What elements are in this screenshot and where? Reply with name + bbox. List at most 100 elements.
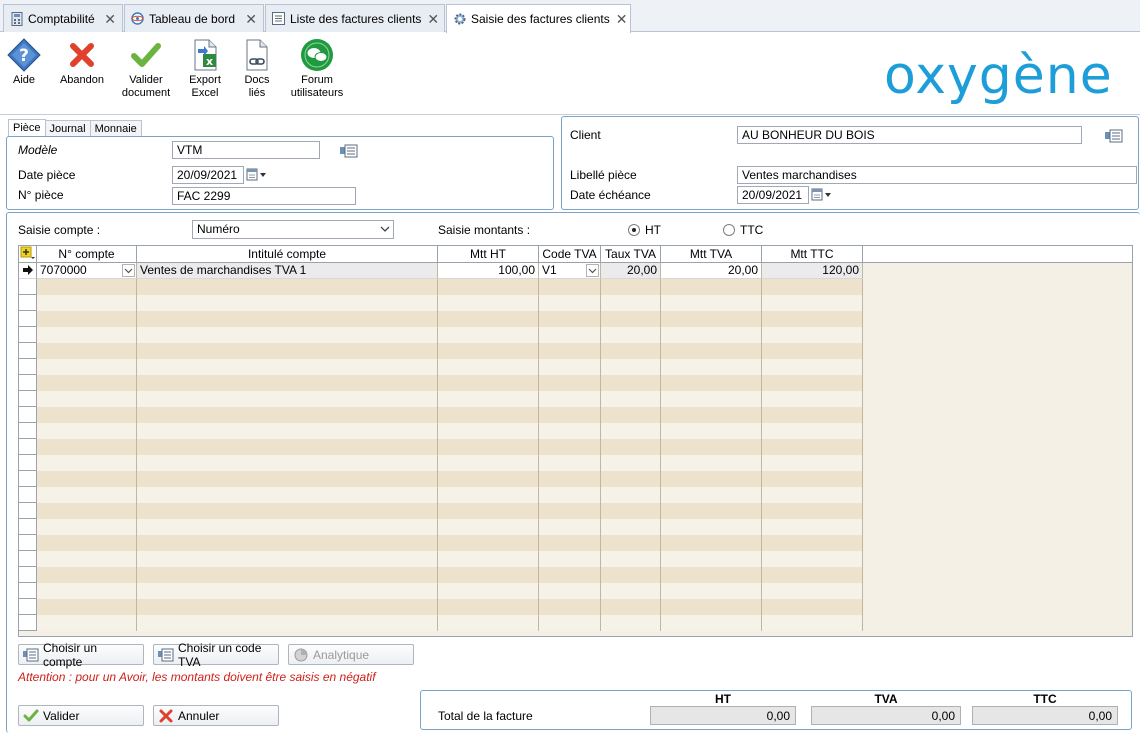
row-selector[interactable] xyxy=(19,471,37,487)
grid-cell[interactable] xyxy=(438,471,539,487)
grid-cell[interactable] xyxy=(601,519,661,535)
grid-cell[interactable] xyxy=(661,519,762,535)
grid-cell[interactable] xyxy=(601,487,661,503)
grid-cell[interactable] xyxy=(137,551,438,567)
col-numero-compte[interactable]: N° compte xyxy=(37,246,137,263)
abandon-button[interactable]: Abandon xyxy=(56,38,108,87)
grid-cell[interactable] xyxy=(601,567,661,583)
row-selector[interactable] xyxy=(19,439,37,455)
grid-cell[interactable] xyxy=(438,279,539,295)
annuler-button[interactable]: Annuler xyxy=(153,705,279,726)
grid-cell[interactable] xyxy=(37,487,137,503)
grid-cell[interactable] xyxy=(762,279,863,295)
grid-cell[interactable] xyxy=(37,567,137,583)
grid-cell[interactable] xyxy=(539,487,601,503)
grid-cell[interactable] xyxy=(137,359,438,375)
grid-cell[interactable] xyxy=(37,455,137,471)
grid-cell[interactable] xyxy=(539,311,601,327)
grid-cell[interactable] xyxy=(137,583,438,599)
grid-cell[interactable] xyxy=(762,615,863,631)
grid-cell[interactable] xyxy=(37,519,137,535)
grid-cell[interactable] xyxy=(539,375,601,391)
grid-cell[interactable] xyxy=(37,439,137,455)
table-row[interactable] xyxy=(19,391,1132,407)
date-echeance-field[interactable]: 20/09/2021 xyxy=(737,186,809,204)
table-row[interactable] xyxy=(19,535,1132,551)
grid-cell[interactable] xyxy=(601,279,661,295)
grid-cell[interactable] xyxy=(539,279,601,295)
table-row[interactable] xyxy=(19,455,1132,471)
grid-cell[interactable] xyxy=(37,343,137,359)
client-field[interactable]: AU BONHEUR DU BOIS xyxy=(737,126,1082,144)
table-row[interactable] xyxy=(19,503,1132,519)
grid-cell[interactable] xyxy=(601,439,661,455)
grid-cell[interactable] xyxy=(37,359,137,375)
tab-liste-factures[interactable]: Liste des factures clients ✕ xyxy=(265,4,445,32)
cell-code-tva[interactable]: V1 xyxy=(539,263,601,279)
grid-cell[interactable] xyxy=(762,471,863,487)
grid-cell[interactable] xyxy=(37,407,137,423)
tab-saisie-factures[interactable]: Saisie des factures clients ✕ xyxy=(446,4,631,33)
subtab-piece[interactable]: Pièce xyxy=(8,119,46,137)
row-selector[interactable] xyxy=(19,391,37,407)
grid-cell[interactable] xyxy=(539,471,601,487)
grid-cell[interactable] xyxy=(601,423,661,439)
grid-cell[interactable] xyxy=(762,439,863,455)
row-selector[interactable] xyxy=(19,503,37,519)
grid-cell[interactable] xyxy=(762,423,863,439)
grid-cell[interactable] xyxy=(438,551,539,567)
grid-cell[interactable] xyxy=(37,615,137,631)
grid-cell[interactable] xyxy=(661,311,762,327)
grid-cell[interactable] xyxy=(37,375,137,391)
grid-cell[interactable] xyxy=(661,535,762,551)
table-row[interactable] xyxy=(19,311,1132,327)
grid-cell[interactable] xyxy=(539,327,601,343)
grid-cell[interactable] xyxy=(539,519,601,535)
grid-cell[interactable] xyxy=(438,583,539,599)
grid-cell[interactable] xyxy=(137,599,438,615)
row-selector-arrow-icon[interactable] xyxy=(19,263,37,279)
grid-cell[interactable] xyxy=(37,599,137,615)
row-selector[interactable] xyxy=(19,599,37,615)
row-selector[interactable] xyxy=(19,343,37,359)
grid-cell[interactable] xyxy=(661,599,762,615)
grid-cell[interactable] xyxy=(661,375,762,391)
row-selector[interactable] xyxy=(19,583,37,599)
grid-cell[interactable] xyxy=(137,295,438,311)
grid-cell[interactable] xyxy=(438,487,539,503)
table-row[interactable] xyxy=(19,375,1132,391)
grid-cell[interactable] xyxy=(661,279,762,295)
col-taux-tva[interactable]: Taux TVA xyxy=(601,246,661,263)
grid-cell[interactable] xyxy=(762,535,863,551)
export-excel-button[interactable]: x Export Excel xyxy=(182,38,228,100)
grid-cell[interactable] xyxy=(438,535,539,551)
tab-tableau-de-bord[interactable]: Tableau de bord ✕ xyxy=(124,4,264,32)
valider-button[interactable]: Valider xyxy=(18,705,144,726)
grid-cell[interactable] xyxy=(539,551,601,567)
grid-cell[interactable] xyxy=(601,615,661,631)
grid-cell[interactable] xyxy=(438,423,539,439)
grid-cell[interactable] xyxy=(661,391,762,407)
close-icon[interactable]: ✕ xyxy=(245,12,257,26)
grid-cell[interactable] xyxy=(601,455,661,471)
grid-cell[interactable] xyxy=(137,343,438,359)
radio-ttc[interactable] xyxy=(723,224,735,236)
grid-cell[interactable] xyxy=(539,295,601,311)
grid-cell[interactable] xyxy=(762,567,863,583)
table-row[interactable] xyxy=(19,583,1132,599)
grid-cell[interactable] xyxy=(601,359,661,375)
col-mtt-ht[interactable]: Mtt HT xyxy=(438,246,539,263)
grid-cell[interactable] xyxy=(438,455,539,471)
grid-cell[interactable] xyxy=(137,455,438,471)
table-row[interactable] xyxy=(19,295,1132,311)
calendar-icon[interactable] xyxy=(246,167,268,183)
grid-cell[interactable] xyxy=(137,391,438,407)
row-selector[interactable] xyxy=(19,375,37,391)
row-selector[interactable] xyxy=(19,327,37,343)
cell-compte[interactable]: 7070000 xyxy=(37,263,137,279)
table-row[interactable] xyxy=(19,407,1132,423)
grid-cell[interactable] xyxy=(539,359,601,375)
grid-cell[interactable] xyxy=(601,583,661,599)
cell-mtt-ht[interactable]: 100,00 xyxy=(438,263,539,279)
table-row[interactable] xyxy=(19,551,1132,567)
